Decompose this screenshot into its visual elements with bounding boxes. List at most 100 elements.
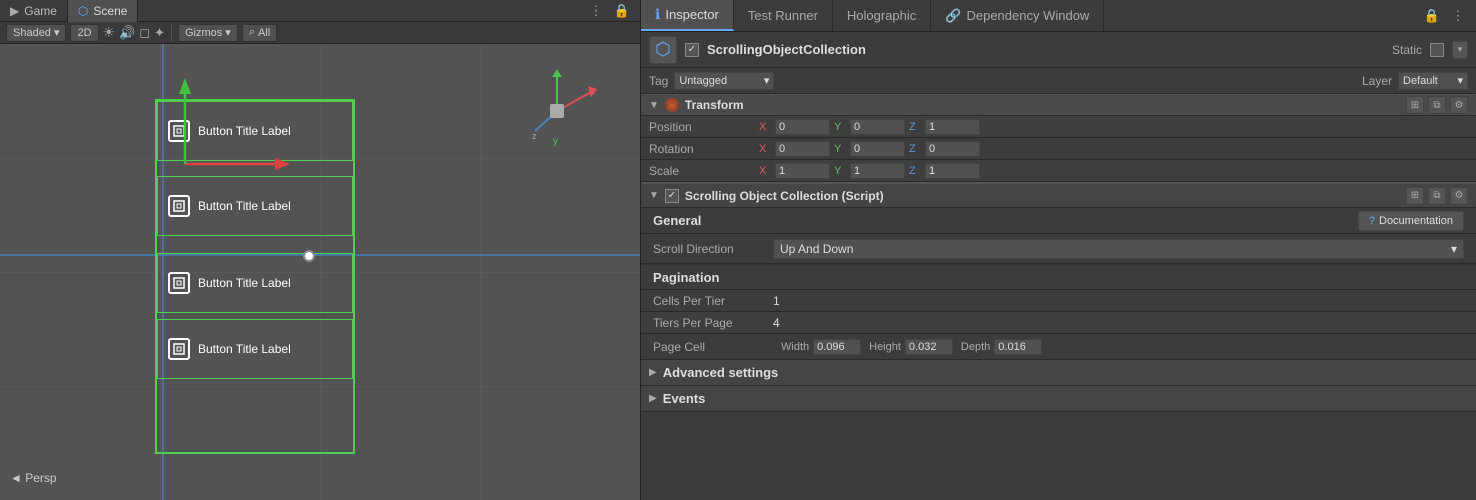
dependency-label: Dependency Window bbox=[966, 8, 1089, 23]
shading-label: Shaded bbox=[13, 27, 51, 39]
svg-text:z: z bbox=[532, 131, 537, 141]
position-values: X 0 Y 0 Z 1 bbox=[759, 119, 1468, 135]
pos-x-field[interactable]: 0 bbox=[775, 119, 830, 135]
script-gear-icon[interactable]: ⚙ bbox=[1450, 187, 1468, 205]
scale-label: Scale bbox=[649, 164, 759, 178]
cells-per-tier-value: 1 bbox=[773, 294, 780, 308]
documentation-button[interactable]: ? Documentation bbox=[1358, 211, 1464, 231]
scale-x-group: X 1 bbox=[759, 163, 830, 179]
general-title: General bbox=[653, 213, 1358, 228]
tag-arrow: ▾ bbox=[764, 74, 770, 87]
static-checkbox[interactable] bbox=[1430, 43, 1444, 57]
shading-arrow: ▾ bbox=[54, 26, 60, 39]
cube-icon-3 bbox=[172, 276, 186, 290]
tab-game[interactable]: ▶ Game bbox=[0, 0, 68, 22]
transform-icons: ⊞ ⧉ ⚙ bbox=[1406, 96, 1468, 114]
collection-item-3: Button Title Label bbox=[157, 253, 353, 313]
tab-holographic[interactable]: Holographic bbox=[833, 0, 931, 31]
depth-field[interactable]: 0.016 bbox=[994, 339, 1042, 355]
rot-z-field[interactable]: 0 bbox=[925, 141, 980, 157]
rot-y-group: Y 0 bbox=[834, 141, 905, 157]
height-label: Height bbox=[869, 341, 901, 353]
tab-dependency[interactable]: 🔗 Dependency Window bbox=[931, 0, 1104, 31]
pos-y-label: Y bbox=[834, 121, 846, 133]
rot-y-field[interactable]: 0 bbox=[850, 141, 905, 157]
depth-group: Depth 0.016 bbox=[961, 339, 1042, 355]
cube-icon-4 bbox=[172, 342, 186, 356]
shading-dropdown[interactable]: Shaded ▾ bbox=[6, 24, 66, 42]
layer-value: Default bbox=[1403, 75, 1438, 87]
mode-2d-btn[interactable]: 2D bbox=[70, 24, 98, 42]
scroll-dir-row: Scroll Direction Up And Down ▾ bbox=[641, 234, 1476, 264]
height-field[interactable]: 0.032 bbox=[905, 339, 953, 355]
rot-z-label: Z bbox=[909, 143, 921, 155]
tiers-per-page-row: Tiers Per Page 4 bbox=[641, 312, 1476, 334]
events-arrow: ▶ bbox=[649, 393, 657, 404]
script-enabled-checkbox[interactable] bbox=[665, 189, 679, 203]
rot-x-group: X 0 bbox=[759, 141, 830, 157]
scale-y-field[interactable]: 1 bbox=[850, 163, 905, 179]
scene-viewport[interactable]: Button Title Label Button Title Label bbox=[0, 44, 640, 500]
width-field[interactable]: 0.096 bbox=[813, 339, 861, 355]
general-subsection-header: General ? Documentation bbox=[641, 208, 1476, 234]
tiers-per-page-value: 4 bbox=[773, 316, 780, 330]
tab-test-runner[interactable]: Test Runner bbox=[734, 0, 833, 31]
static-dropdown-btn[interactable]: ▾ bbox=[1452, 41, 1468, 59]
inspector-tab-bar: ℹ Inspector Test Runner Holographic 🔗 De… bbox=[641, 0, 1476, 32]
tab-bar: ▶ Game ⬡ Scene ⋮ 🔒 bbox=[0, 0, 640, 22]
script-section-header: ▼ Scrolling Object Collection (Script) ⊞… bbox=[641, 182, 1476, 208]
script-link-icon[interactable]: ⧉ bbox=[1428, 187, 1446, 205]
test-runner-label: Test Runner bbox=[748, 8, 818, 23]
search-btn[interactable]: ⌕ All bbox=[242, 24, 277, 42]
transform-link-icon[interactable]: ⧉ bbox=[1428, 96, 1446, 114]
pos-y-field[interactable]: 0 bbox=[850, 119, 905, 135]
scale-x-field[interactable]: 1 bbox=[775, 163, 830, 179]
position-row: Position X 0 Y 0 Z 1 bbox=[641, 116, 1476, 138]
gizmos-dropdown[interactable]: Gizmos ▾ bbox=[178, 24, 238, 42]
layer-label: Layer bbox=[1362, 74, 1392, 88]
script-title: Scrolling Object Collection (Script) bbox=[685, 189, 884, 203]
advanced-arrow: ▶ bbox=[649, 367, 657, 378]
rot-x-label: X bbox=[759, 143, 771, 155]
depth-label: Depth bbox=[961, 341, 990, 353]
events-row[interactable]: ▶ Events bbox=[641, 386, 1476, 412]
page-cell-label: Page Cell bbox=[653, 340, 773, 354]
script-toggle[interactable]: ▼ bbox=[649, 190, 659, 201]
pos-z-field[interactable]: 1 bbox=[925, 119, 980, 135]
rot-x-field[interactable]: 0 bbox=[775, 141, 830, 157]
tag-label: Tag bbox=[649, 74, 668, 88]
pos-x-label: X bbox=[759, 121, 771, 133]
scroll-dir-dropdown[interactable]: Up And Down ▾ bbox=[773, 239, 1464, 259]
transform-gear-icon[interactable]: ⚙ bbox=[1450, 96, 1468, 114]
transform-copy-icon[interactable]: ⊞ bbox=[1406, 96, 1424, 114]
script-copy-icon[interactable]: ⊞ bbox=[1406, 187, 1424, 205]
scene-toolbar: Shaded ▾ 2D ☀ 🔊 ◻ ✦ Gizmos ▾ ⌕ All bbox=[0, 22, 640, 44]
svg-text:y: y bbox=[553, 136, 558, 147]
item-label-4: Button Title Label bbox=[198, 342, 291, 356]
tab-menu-icon[interactable]: ⋮ bbox=[586, 1, 606, 21]
advanced-settings-row[interactable]: ▶ Advanced settings bbox=[641, 360, 1476, 386]
item-icon-4 bbox=[168, 338, 190, 360]
scale-z-field[interactable]: 1 bbox=[925, 163, 980, 179]
tag-dropdown[interactable]: Untagged ▾ bbox=[674, 72, 774, 90]
layer-dropdown[interactable]: Default ▾ bbox=[1398, 72, 1468, 90]
transform-toggle[interactable]: ▼ bbox=[649, 100, 659, 111]
tab-scene[interactable]: ⬡ Scene bbox=[68, 0, 139, 22]
audio-icon: 🔊 bbox=[119, 25, 135, 41]
svg-text:x: x bbox=[590, 86, 595, 97]
scale-row: Scale X 1 Y 1 Z 1 bbox=[641, 160, 1476, 182]
transform-icon bbox=[665, 98, 679, 112]
position-label: Position bbox=[649, 120, 759, 134]
circle-handle[interactable] bbox=[303, 250, 315, 262]
tab-inspector[interactable]: ℹ Inspector bbox=[641, 0, 734, 31]
scroll-dir-label: Scroll Direction bbox=[653, 242, 773, 256]
inspector-menu-icon[interactable]: ⋮ bbox=[1448, 6, 1468, 26]
inspector-lock-icon[interactable]: 🔒 bbox=[1422, 6, 1442, 26]
game-tab-label: Game bbox=[24, 4, 57, 18]
inspector-tab-controls: 🔒 ⋮ bbox=[1422, 0, 1476, 31]
item-icon-3 bbox=[168, 272, 190, 294]
static-label: Static bbox=[1392, 43, 1422, 57]
tab-lock-icon[interactable]: 🔒 bbox=[612, 1, 632, 21]
persp-label: ◄ Persp bbox=[10, 471, 57, 485]
component-enabled-checkbox[interactable] bbox=[685, 43, 699, 57]
